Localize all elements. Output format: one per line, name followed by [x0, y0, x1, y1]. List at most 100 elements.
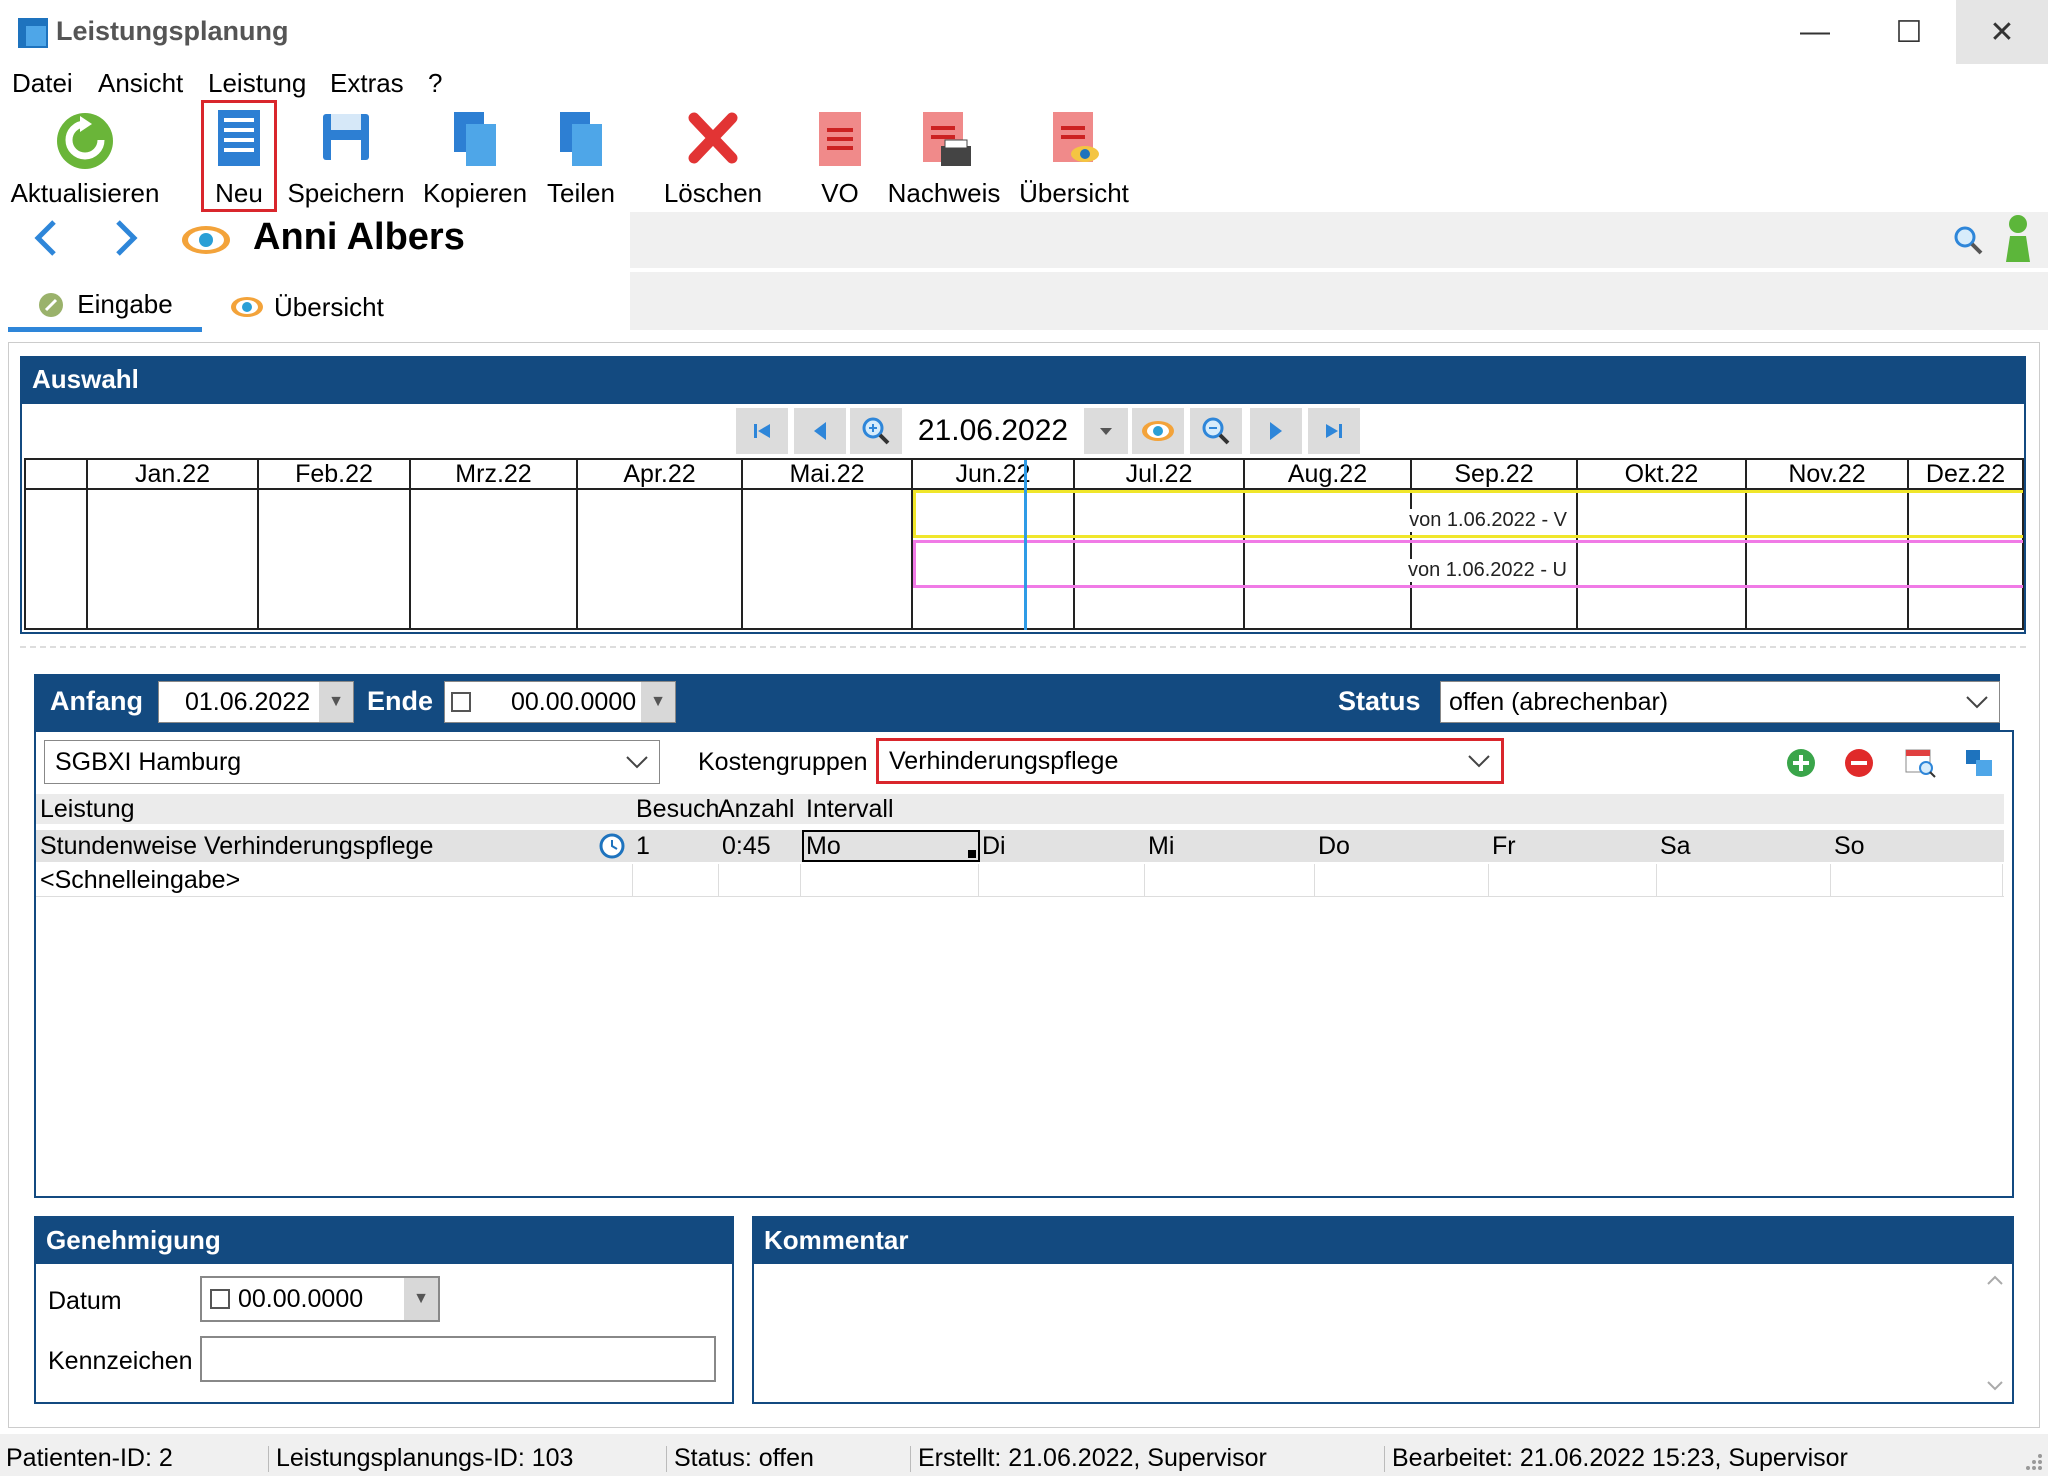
next-period-button[interactable] — [1250, 408, 1302, 454]
column-header-count[interactable]: Anzahl — [718, 794, 794, 824]
calendar-search-button[interactable] — [1904, 746, 1936, 778]
plan-bar-u[interactable]: von 1.06.2022 - U — [913, 540, 2023, 588]
split-icon — [560, 112, 602, 166]
month-label: Okt.22 — [1624, 460, 1699, 488]
save-icon — [323, 114, 369, 160]
day-cell-so[interactable]: So — [1834, 830, 1865, 862]
current-date-field[interactable]: 21.06.2022 — [902, 408, 1084, 454]
month-label: Mrz.22 — [455, 460, 532, 488]
patient-name: Anni Albers — [253, 216, 465, 258]
grid-line — [1144, 864, 1145, 896]
grid-line — [718, 864, 719, 896]
plan-bar-label: von 1.06.2022 - V — [1409, 509, 1567, 532]
overview-button[interactable]: Übersicht — [1018, 104, 1130, 214]
chevron-down-icon[interactable]: ▼ — [641, 682, 675, 722]
resize-grip[interactable] — [2018, 1446, 2044, 1472]
status-patient-id: Patienten-ID: 2 — [6, 1444, 173, 1472]
date-dropdown-button[interactable] — [1084, 408, 1128, 454]
menu-leistung[interactable]: Leistung — [208, 68, 306, 99]
search-button[interactable] — [1952, 224, 1984, 256]
cost-groups-label: Kostengruppen — [698, 748, 868, 776]
service-name-cell[interactable]: Stundenweise Verhinderungspflege — [40, 830, 433, 862]
status-edited: Bearbeitet: 21.06.2022 15:23, Supervisor — [1392, 1444, 1848, 1472]
copy-button[interactable]: Kopieren — [420, 104, 530, 214]
grid-line — [978, 864, 979, 896]
tab-uebersicht[interactable]: Übersicht — [230, 282, 400, 332]
menu-ansicht[interactable]: Ansicht — [98, 68, 183, 99]
quick-entry-cell[interactable]: <Schnelleingabe> — [40, 864, 240, 896]
search-icon — [1954, 226, 1983, 255]
payer-select[interactable]: SGBXI Hamburg — [44, 740, 660, 784]
view-button[interactable] — [1132, 408, 1184, 454]
table-row[interactable]: Stundenweise Verhinderungspflege 1 0:45 … — [36, 830, 2004, 862]
zoom-in-button[interactable] — [850, 408, 902, 454]
last-period-button[interactable] — [1308, 408, 1360, 454]
menu-help[interactable]: ? — [428, 68, 442, 99]
refresh-button[interactable]: Aktualisieren — [10, 104, 160, 214]
next-patient-button[interactable] — [106, 216, 146, 260]
status-created: Erstellt: 21.06.2022, Supervisor — [918, 1444, 1267, 1472]
quick-entry-row[interactable]: <Schnelleingabe> — [36, 864, 2004, 897]
end-date-checkbox[interactable] — [451, 692, 471, 712]
minimize-button[interactable]: — — [1770, 0, 1860, 64]
month-label: Dez.22 — [1925, 460, 2006, 488]
plan-bar-v[interactable]: von 1.06.2022 - V — [913, 490, 2023, 538]
maximize-button[interactable]: ☐ — [1864, 0, 1954, 64]
duration-cell[interactable]: 0:45 — [722, 830, 771, 862]
day-cell-di[interactable]: Di — [982, 830, 1006, 862]
chevron-down-icon[interactable]: ▼ — [319, 682, 353, 722]
transfer-button[interactable] — [1964, 748, 1994, 778]
day-cell-fr[interactable]: Fr — [1492, 830, 1516, 862]
column-header-visit[interactable]: Besuch — [636, 794, 719, 824]
menu-extras[interactable]: Extras — [330, 68, 404, 99]
prescription-document-icon — [819, 112, 861, 166]
start-date-field[interactable]: 01.06.2022 ▼ — [158, 681, 354, 723]
month-label: Jul.22 — [1125, 460, 1193, 488]
month-label: Aug.22 — [1287, 460, 1368, 488]
new-button-highlight — [201, 100, 277, 212]
day-cell-sa[interactable]: Sa — [1660, 830, 1691, 862]
grid-line — [24, 458, 26, 630]
grid-line — [800, 864, 801, 896]
close-button[interactable]: ✕ — [1956, 0, 2048, 64]
vo-button[interactable]: VO — [808, 104, 872, 214]
delete-button[interactable]: Löschen — [660, 104, 766, 214]
section-divider — [20, 646, 2026, 648]
save-button[interactable]: Speichern — [286, 104, 406, 214]
comment-textarea[interactable] — [756, 1266, 1976, 1400]
day-cell-mo[interactable]: Mo — [802, 830, 980, 862]
title-bar — [0, 0, 2048, 64]
cell-resize-handle[interactable] — [968, 850, 976, 858]
status-select[interactable]: offen (abrechenbar) — [1440, 681, 2000, 723]
chevron-down-icon[interactable]: ▼ — [404, 1278, 438, 1320]
app-icon — [18, 18, 48, 48]
today-marker — [1024, 460, 1027, 630]
first-period-button[interactable] — [736, 408, 788, 454]
day-cell-do[interactable]: Do — [1318, 830, 1350, 862]
proof-button[interactable]: Nachweis — [886, 104, 1002, 214]
menu-datei[interactable]: Datei — [12, 68, 73, 99]
cost-groups-select[interactable]: Verhinderungspflege — [876, 738, 1504, 784]
column-header-interval[interactable]: Intervall — [806, 794, 894, 824]
add-service-button[interactable] — [1786, 748, 1816, 778]
split-button[interactable]: Teilen — [538, 104, 624, 214]
clock-icon — [598, 830, 626, 862]
grid-line — [1830, 864, 1831, 896]
window-title: Leistungsplanung — [56, 16, 289, 46]
previous-period-button[interactable] — [794, 408, 846, 454]
approval-date-checkbox[interactable] — [210, 1289, 230, 1309]
column-header-service[interactable]: Leistung — [40, 794, 135, 824]
zoom-out-button[interactable] — [1190, 408, 1242, 454]
approval-mark-input[interactable] — [200, 1336, 716, 1382]
approval-date-field[interactable]: 00.00.0000 ▼ — [200, 1276, 440, 1322]
grid-line — [632, 864, 633, 896]
comment-scrollbar[interactable] — [1980, 1266, 2010, 1400]
month-label: Nov.22 — [1788, 460, 1866, 488]
previous-patient-button[interactable] — [26, 216, 66, 260]
visit-cell[interactable]: 1 — [636, 830, 650, 862]
day-cell-mi[interactable]: Mi — [1148, 830, 1174, 862]
remove-service-button[interactable] — [1844, 748, 1874, 778]
tab-eingabe[interactable]: Eingabe — [8, 282, 202, 332]
chevron-down-icon — [626, 756, 648, 769]
end-date-field[interactable]: 00.00.0000 ▼ — [444, 681, 676, 723]
